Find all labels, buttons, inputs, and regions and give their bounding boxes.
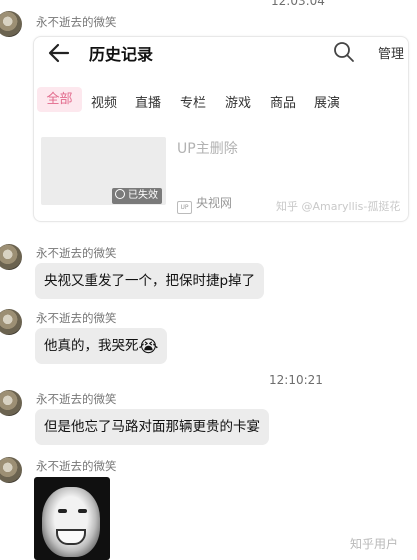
tab-live: 直播 — [135, 96, 162, 111]
sticker-eye — [58, 509, 67, 513]
sender-name: 永不逝去的微笑 — [36, 311, 117, 325]
video-source: UP 央视网 — [177, 194, 232, 214]
manage-label: 管理 — [378, 47, 405, 62]
sender-name: 永不逝去的微笑 — [36, 15, 117, 29]
arrow-left-icon — [48, 43, 70, 63]
history-title: 历史记录 — [89, 45, 154, 64]
tab-game: 游戏 — [225, 96, 252, 111]
expired-label: 已失效 — [128, 190, 158, 201]
message-bubble[interactable]: 他真的，我哭死😭 — [35, 328, 168, 364]
tab-all: 全部 — [37, 87, 82, 112]
search-icon — [334, 42, 354, 62]
sticker-face — [42, 487, 100, 557]
message-bubble[interactable]: 央视又重发了一个，把保时捷p掉了 — [35, 263, 265, 299]
message-text: 他真的，我哭死 — [44, 338, 139, 354]
expired-badge: 已失效 — [112, 188, 162, 204]
up-icon: UP — [177, 201, 192, 214]
zhihu-watermark: 知乎 @Amaryllis-孤挺花 — [276, 200, 401, 213]
sender-name: 永不逝去的微笑 — [36, 246, 117, 260]
tab-goods: 商品 — [270, 96, 297, 111]
tab-video: 视频 — [91, 96, 118, 111]
footer-watermark: 知乎用户 — [350, 537, 399, 551]
video-title: UP主删除 — [177, 141, 238, 157]
avatar[interactable] — [0, 309, 22, 335]
message-timestamp: 12:10:21 — [269, 373, 323, 387]
message-bubble[interactable]: 但是他忘了马路对面那辆更贵的卡宴 — [35, 409, 269, 445]
message-timestamp: 12:03:04 — [271, 0, 325, 8]
avatar[interactable] — [0, 11, 22, 37]
sender-name: 永不逝去的微笑 — [36, 392, 117, 406]
clock-icon — [115, 189, 125, 199]
sender-name: 永不逝去的微笑 — [36, 459, 117, 473]
tab-show: 展演 — [314, 96, 341, 111]
crying-emoji: 😭 — [138, 337, 159, 357]
meme-sticker[interactable] — [34, 477, 110, 560]
avatar[interactable] — [0, 244, 22, 270]
avatar[interactable] — [0, 457, 22, 483]
source-label: 央视网 — [196, 196, 233, 210]
avatar[interactable] — [0, 390, 22, 416]
tab-column: 专栏 — [180, 96, 207, 111]
sticker-eye — [78, 509, 87, 513]
